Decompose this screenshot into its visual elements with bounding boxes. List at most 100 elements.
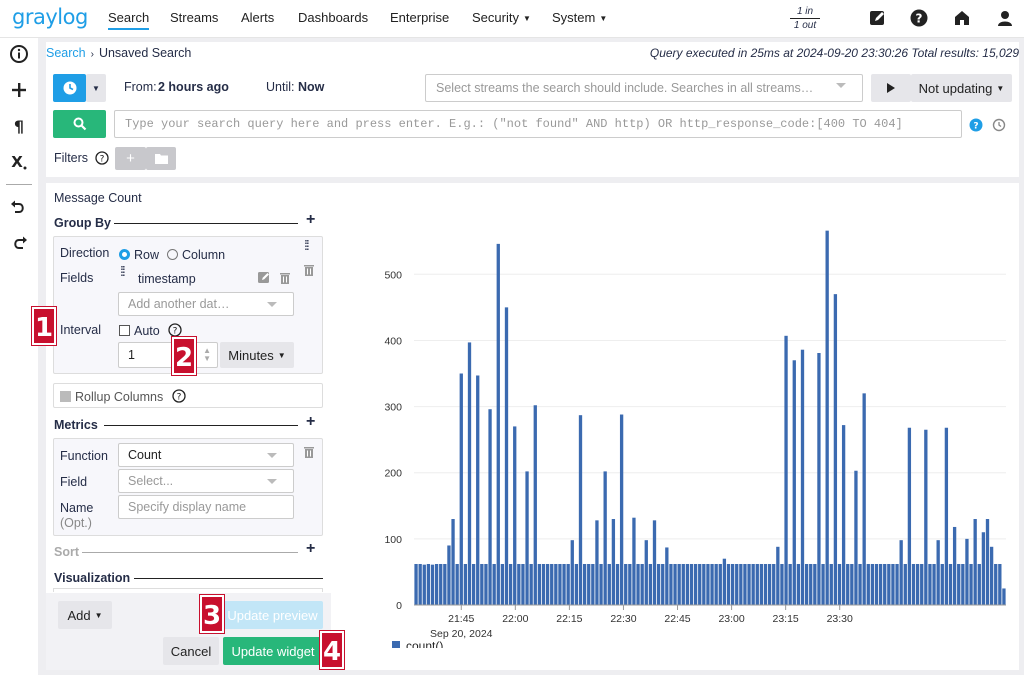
trash-icon[interactable] xyxy=(304,446,314,458)
chart-bar[interactable] xyxy=(443,563,447,605)
chart-bar[interactable] xyxy=(467,342,472,605)
chart-bar[interactable] xyxy=(426,563,431,605)
chart-bar[interactable] xyxy=(850,563,854,605)
chart-bar[interactable] xyxy=(644,540,648,605)
chart-bar[interactable] xyxy=(689,563,694,605)
nav-alerts[interactable]: Alerts xyxy=(241,10,274,25)
chart-bar[interactable] xyxy=(439,563,443,605)
add-filter-button[interactable]: + xyxy=(115,147,146,170)
add-sort-button[interactable]: + xyxy=(306,540,315,558)
chart-bar[interactable] xyxy=(706,563,710,605)
field-select[interactable]: Select... xyxy=(118,469,294,493)
redo-icon[interactable] xyxy=(9,234,29,254)
chart-bar[interactable] xyxy=(533,405,537,605)
drag-handle-icon[interactable]: ⁞⁞ xyxy=(120,264,126,278)
nav-security[interactable]: Security ▼ xyxy=(472,10,531,25)
chart-bar[interactable] xyxy=(985,519,990,605)
chart-bar[interactable] xyxy=(615,563,620,605)
chart-bar[interactable] xyxy=(550,563,554,605)
chart-bar[interactable] xyxy=(817,353,821,605)
chart-bar[interactable] xyxy=(755,563,759,605)
chart-bar[interactable] xyxy=(434,563,439,605)
chart-bar[interactable] xyxy=(928,563,932,605)
chart-bar[interactable] xyxy=(915,563,920,605)
chart-bar[interactable] xyxy=(476,375,480,605)
chart-bar[interactable] xyxy=(722,558,727,605)
chart-bar[interactable] xyxy=(948,563,953,605)
chart-bar[interactable] xyxy=(698,563,702,605)
nav-search[interactable]: Search xyxy=(108,10,150,30)
add-metric-button[interactable]: + xyxy=(306,413,315,431)
query-help-icon[interactable]: ? xyxy=(969,118,983,132)
chart-bar[interactable] xyxy=(759,563,764,605)
chart-bar[interactable] xyxy=(920,563,924,605)
paragraph-icon[interactable]: ¶ xyxy=(9,116,29,136)
chart-bar[interactable] xyxy=(587,563,591,605)
chart-bar[interactable] xyxy=(710,563,714,605)
chart-bar[interactable] xyxy=(595,520,599,605)
chart-bar[interactable] xyxy=(541,563,546,605)
chart-bar[interactable] xyxy=(804,563,809,605)
chart-bar[interactable] xyxy=(447,545,451,605)
chart-bar[interactable] xyxy=(957,563,961,605)
chart-bar[interactable] xyxy=(870,563,875,605)
chart-bar[interactable] xyxy=(743,563,747,605)
chart-bar[interactable] xyxy=(673,563,677,605)
chart-bar[interactable] xyxy=(796,563,801,605)
edit-icon[interactable] xyxy=(869,9,887,27)
refresh-interval-dropdown[interactable]: Not updating ▼ xyxy=(911,74,1012,102)
chart-bar[interactable] xyxy=(944,427,949,605)
widget-title[interactable]: Message Count xyxy=(54,191,142,205)
chart-bar[interactable] xyxy=(488,409,492,605)
chart-bar[interactable] xyxy=(603,471,607,605)
chart-bar[interactable] xyxy=(846,563,850,605)
chart-bar[interactable] xyxy=(648,563,653,605)
chart-bar[interactable] xyxy=(841,425,846,605)
chart-bar[interactable] xyxy=(767,563,772,605)
chart-bar[interactable] xyxy=(591,563,595,605)
chart-bar[interactable] xyxy=(537,563,542,605)
chart-bar[interactable] xyxy=(973,519,977,605)
chart-bar[interactable] xyxy=(952,526,957,605)
direction-row-radio[interactable]: Row xyxy=(119,248,159,262)
throughput-indicator[interactable]: 1 in 1 out xyxy=(790,6,820,31)
chart-bar[interactable] xyxy=(924,429,928,605)
chart-bar[interactable] xyxy=(813,563,817,605)
chart-bar[interactable] xyxy=(414,563,418,605)
chart-bar[interactable] xyxy=(714,563,718,605)
chart-bar[interactable] xyxy=(878,563,883,605)
chart-bar[interactable] xyxy=(574,563,579,605)
chart-bar[interactable] xyxy=(669,563,673,605)
chart-bar[interactable] xyxy=(624,563,628,605)
info-icon[interactable] xyxy=(9,44,29,64)
breadcrumb-search-link[interactable]: Search xyxy=(46,46,86,60)
chart-bar[interactable] xyxy=(730,563,735,605)
chart-bar[interactable] xyxy=(969,563,973,605)
chart-bar[interactable] xyxy=(685,563,690,605)
chart-bar[interactable] xyxy=(940,563,944,605)
trash-icon[interactable] xyxy=(304,264,314,276)
chart-bar[interactable] xyxy=(887,563,891,605)
chart-bar[interactable] xyxy=(965,538,969,605)
chart-bar[interactable] xyxy=(961,563,965,605)
chart-bar[interactable] xyxy=(529,563,533,605)
interval-unit-dropdown[interactable]: Minutes ▼ xyxy=(220,342,294,368)
chart-bar[interactable] xyxy=(451,519,455,605)
filters-help-icon[interactable]: ? xyxy=(95,151,109,165)
chart-bar[interactable] xyxy=(459,373,463,605)
chart-bar[interactable] xyxy=(751,563,755,605)
chart-bar[interactable] xyxy=(784,335,788,605)
undo-icon[interactable] xyxy=(9,198,29,218)
interval-value-input[interactable]: 1 ▲ ▼ xyxy=(118,342,218,368)
function-select[interactable]: Count xyxy=(118,443,294,467)
chart-bar[interactable] xyxy=(776,546,780,605)
chart-bar[interactable] xyxy=(747,563,751,605)
chart-bar[interactable] xyxy=(570,540,574,605)
chart-bar[interactable] xyxy=(492,563,496,605)
nav-streams[interactable]: Streams xyxy=(170,10,218,25)
chart-bar[interactable] xyxy=(640,563,644,605)
history-icon[interactable] xyxy=(992,118,1006,132)
chart-bar[interactable] xyxy=(661,563,665,605)
chart-bar[interactable] xyxy=(500,563,505,605)
chart-bar[interactable] xyxy=(496,243,500,605)
